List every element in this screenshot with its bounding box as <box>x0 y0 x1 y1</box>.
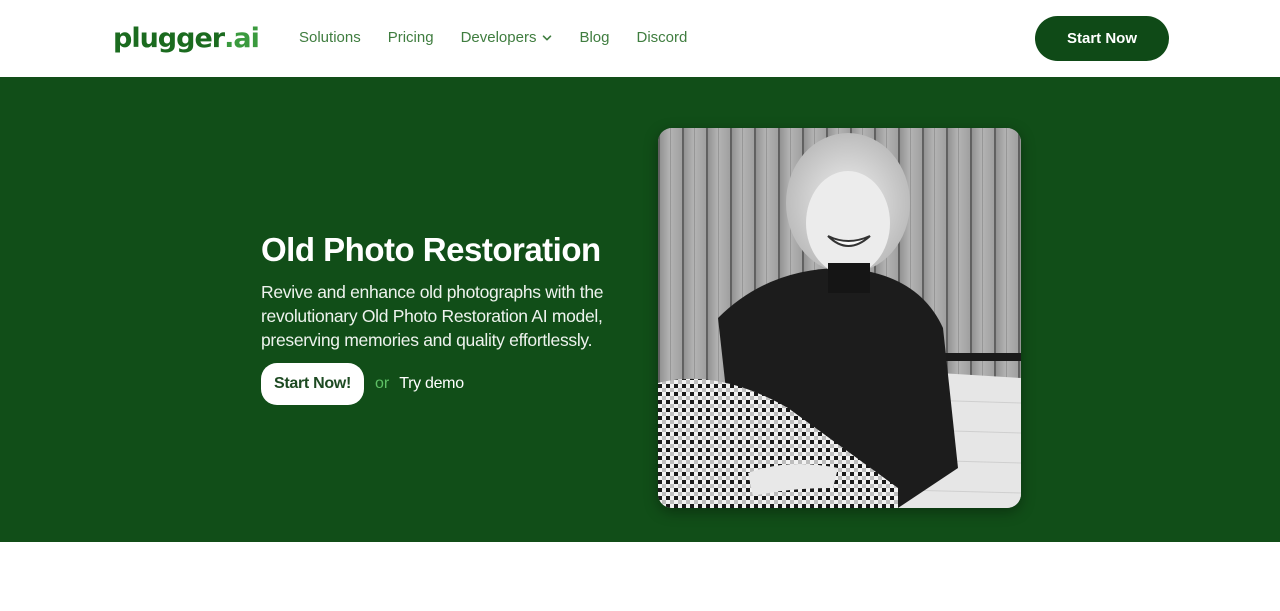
nav-discord-label: Discord <box>636 29 688 46</box>
hero-cta-row: Start Now! or Try demo <box>261 363 464 405</box>
nav-developers[interactable]: Developers <box>461 29 553 46</box>
restored-photo-illustration <box>658 128 1021 508</box>
start-now-button[interactable]: Start Now <box>1035 16 1169 61</box>
nav-pricing-label: Pricing <box>387 29 434 46</box>
nav-discord[interactable]: Discord <box>636 29 687 46</box>
chevron-down-icon <box>543 34 552 40</box>
logo-main: plugger <box>113 22 225 54</box>
site-header: plugger .ai Solutions Pricing Developers … <box>0 0 1280 77</box>
or-separator: or <box>375 375 390 392</box>
main-nav: Solutions Pricing Developers Blog Discor… <box>299 29 714 46</box>
nav-blog[interactable]: Blog <box>579 29 609 46</box>
nav-developers-label: Developers <box>460 29 537 46</box>
hero-start-now-button[interactable]: Start Now! <box>261 363 364 405</box>
hero-title: Old Photo Restoration <box>261 231 601 268</box>
nav-solutions[interactable]: Solutions <box>299 29 361 46</box>
nav-blog-label: Blog <box>579 29 610 46</box>
hero-photo <box>658 128 1021 508</box>
nav-solutions-label: Solutions <box>299 29 361 46</box>
logo-suffix: .ai <box>224 22 260 54</box>
hero-section: Old Photo Restoration Revive and enhance… <box>0 77 1280 542</box>
try-demo-link[interactable]: Try demo <box>399 375 464 393</box>
hero-description: Revive and enhance old photographs with … <box>261 282 604 350</box>
plugger-logo[interactable]: plugger .ai <box>113 20 260 56</box>
nav-pricing[interactable]: Pricing <box>388 29 434 46</box>
